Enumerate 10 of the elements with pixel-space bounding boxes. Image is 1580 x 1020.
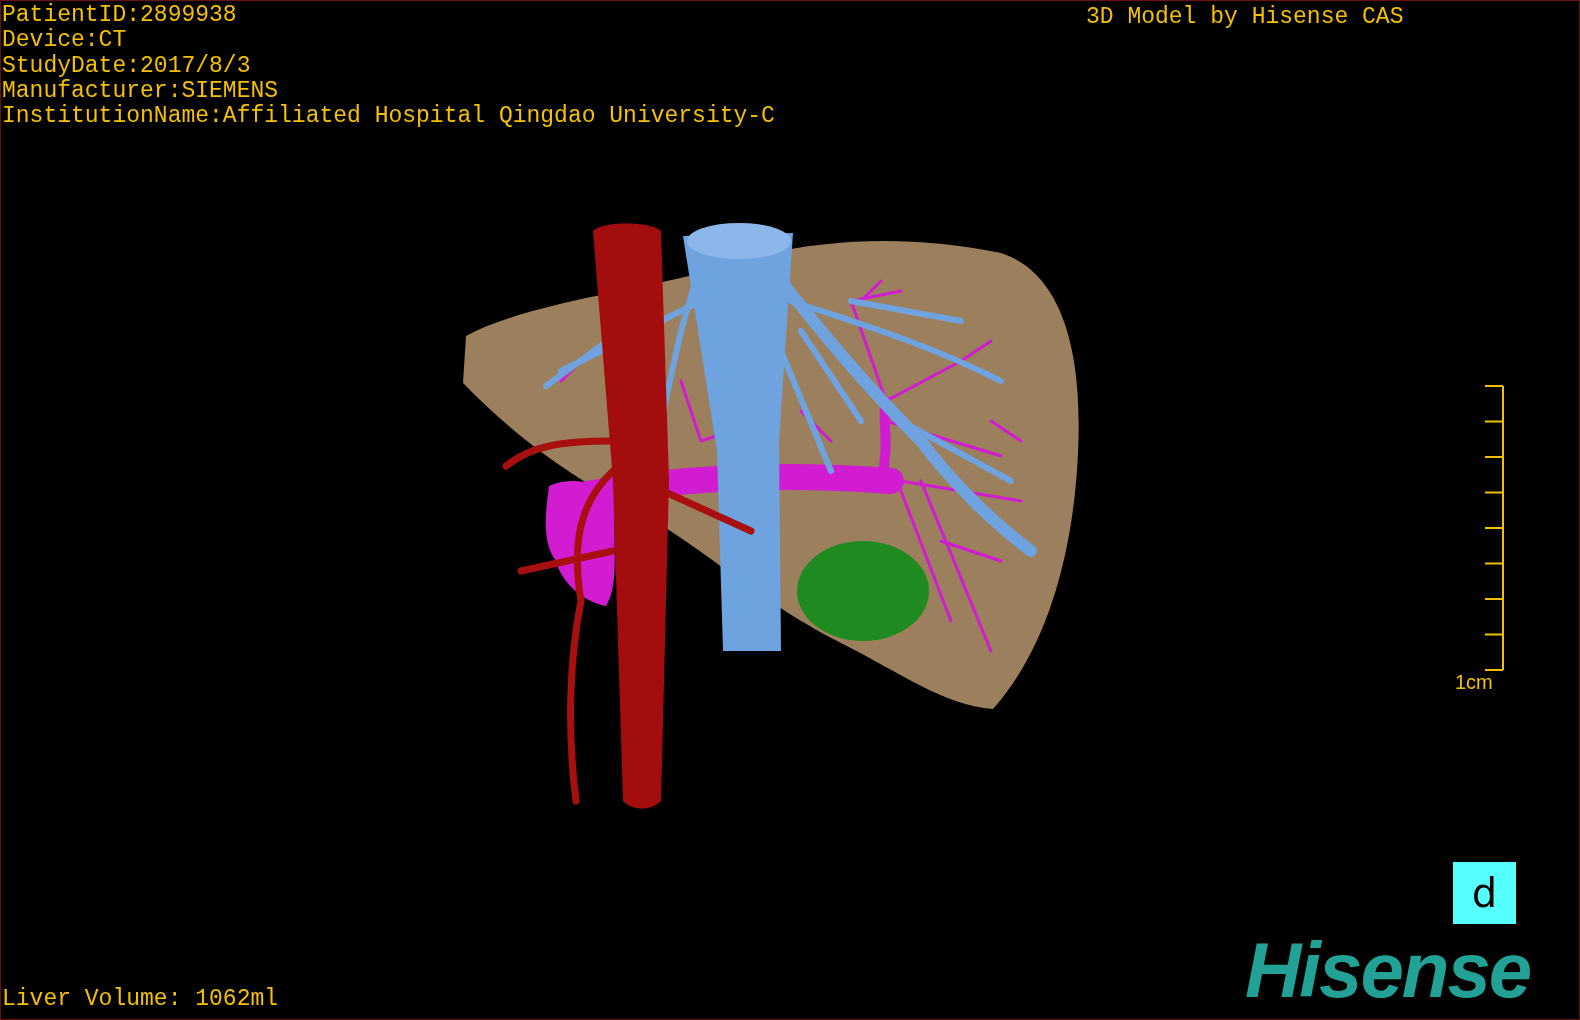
liver-volume-text: Liver Volume: 1062ml (2, 986, 279, 1012)
patient-info-text: PatientID:2899938 (2, 3, 238, 28)
scale-label: 1cm (1455, 671, 1493, 694)
patient-info-text: Manufacturer:SIEMENS (2, 78, 280, 104)
orientation-marker: d (1453, 862, 1516, 924)
patient-info-text: StudyDate:2017/8/3 (2, 53, 252, 79)
model-credit-text: 3D Model by Hisense CAS (1086, 4, 1404, 30)
patient-info-text: InstitutionName:Affiliated Hospital Qingdao University-C (2, 104, 775, 130)
brand-logo: Hisense (1245, 931, 1531, 1009)
patient-info-text: Device:CT (2, 28, 128, 54)
